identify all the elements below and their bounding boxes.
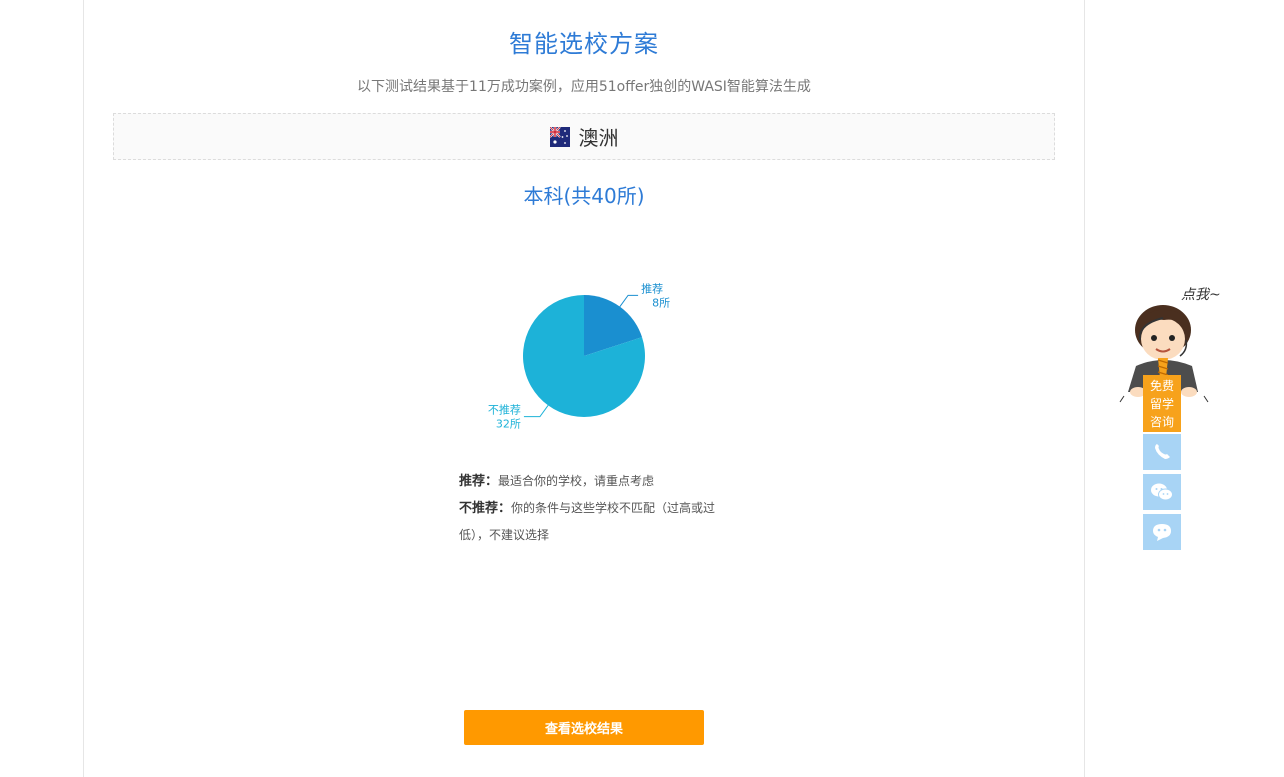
phone-icon <box>1155 444 1170 459</box>
chart-legend: 推荐：最适合你的学校，请重点考虑 不推荐：你的条件与这些学校不匹配（过高或过低）… <box>459 468 729 549</box>
view-results-button[interactable]: 查看选校结果 <box>464 710 704 745</box>
pie-category-label: 不推荐 <box>488 403 521 417</box>
chat-button[interactable] <box>1143 514 1181 550</box>
consult-float-widget: 点我~ 免费留学咨询 <box>1118 282 1233 554</box>
free-consult-label: 免费留学咨询 <box>1149 378 1174 429</box>
pie-leader-line <box>619 294 639 307</box>
chat-icon <box>1153 524 1171 541</box>
wechat-button[interactable] <box>1143 474 1181 510</box>
main-panel: 智能选校方案 以下测试结果基于11万成功案例，应用51offer独创的WASI智… <box>83 0 1085 777</box>
pie-value-label: 32所 <box>496 418 521 431</box>
legend-not-recommend: 不推荐：你的条件与这些学校不匹配（过高或过低），不建议选择 <box>459 495 729 549</box>
legend-recommend-term: 推荐： <box>459 474 499 489</box>
pie-category-label: 推荐 <box>641 281 663 295</box>
pie-leader-line <box>523 405 549 418</box>
wechat-icon <box>1151 483 1173 501</box>
legend-recommend-desc: 最适合你的学校，请重点考虑 <box>498 474 655 488</box>
legend-recommend: 推荐：最适合你的学校，请重点考虑 <box>459 468 729 495</box>
phone-button[interactable] <box>1143 434 1181 470</box>
free-consult-button[interactable]: 免费留学咨询 <box>1143 375 1181 432</box>
school-pie-chart: 推荐8所不推荐32所 <box>488 281 670 431</box>
legend-not-recommend-term: 不推荐： <box>459 501 512 516</box>
pie-value-label: 8所 <box>652 296 670 309</box>
